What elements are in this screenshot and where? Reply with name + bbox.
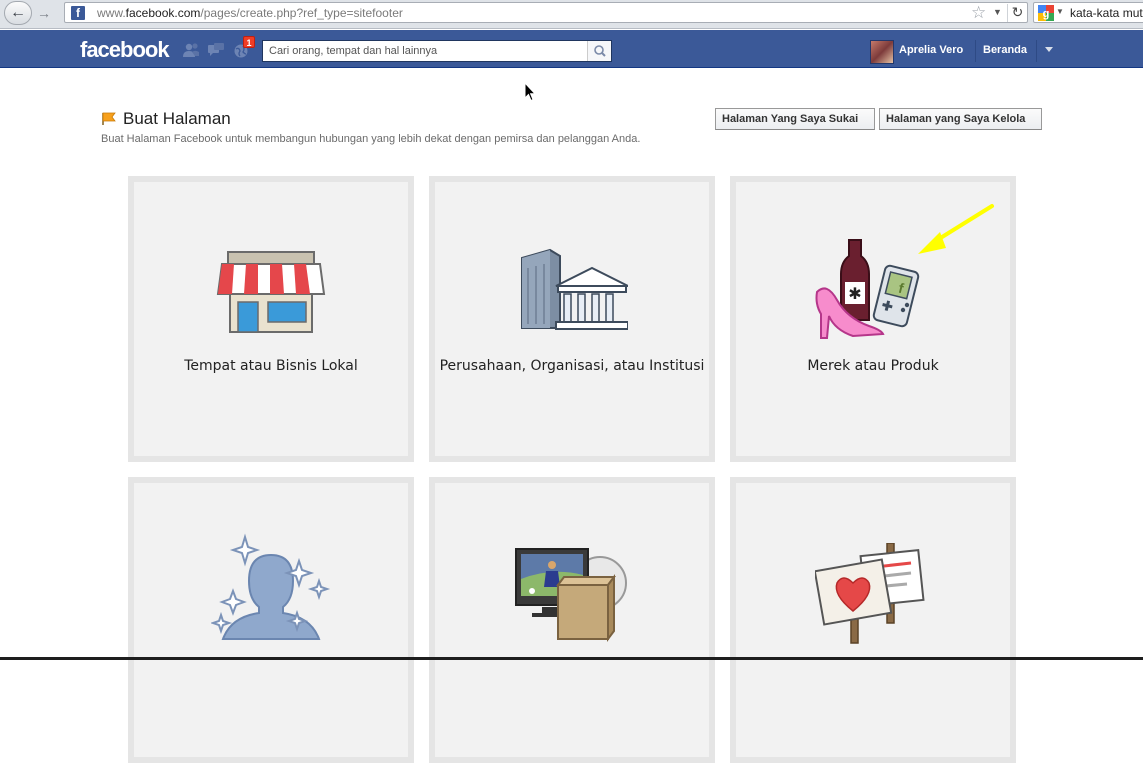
facebook-search: [262, 40, 612, 62]
search-input[interactable]: [263, 41, 589, 61]
search-engine-dropdown-icon[interactable]: ▼: [1056, 7, 1064, 16]
facebook-favicon-icon: f: [71, 6, 85, 20]
category-card-public-figure[interactable]: [128, 477, 414, 763]
address-bar[interactable]: f www.facebook.com/pages/create.php?ref_…: [64, 2, 1028, 23]
category-label: Merek atau Produk: [807, 358, 939, 374]
liked-pages-button[interactable]: Halaman Yang Saya Sukai: [715, 108, 875, 130]
user-name-link[interactable]: Aprelia Vero: [899, 44, 963, 56]
category-card-brand-product[interactable]: ✱ f Merek atau Produk: [730, 176, 1016, 462]
svg-text:✱: ✱: [848, 284, 861, 303]
notification-count-badge: 1: [243, 36, 255, 48]
facebook-logo[interactable]: facebook: [80, 37, 170, 63]
mouse-cursor-icon: [524, 82, 536, 102]
svg-text:g: g: [1043, 8, 1050, 20]
page-title: Buat Halaman: [123, 109, 231, 128]
annotation-arrow-icon: [918, 204, 994, 254]
bookmark-star-icon[interactable]: ☆: [971, 3, 986, 23]
category-label: Tempat atau Bisnis Lokal: [184, 358, 358, 374]
header-divider: [975, 40, 976, 62]
category-card-entertainment[interactable]: [429, 477, 715, 763]
category-label: Perusahaan, Organisasi, atau Institusi: [439, 358, 705, 374]
public-figure-icon: [211, 533, 331, 640]
back-button[interactable]: ←: [4, 1, 32, 25]
entertainment-icon: [515, 548, 627, 642]
google-icon: g: [1038, 5, 1054, 21]
search-icon: [594, 45, 606, 57]
messages-icon[interactable]: [207, 42, 225, 58]
account-menu-caret-icon[interactable]: [1045, 47, 1053, 52]
search-button[interactable]: [587, 41, 611, 61]
browser-search-box[interactable]: g ▼ kata-kata mut: [1033, 2, 1143, 23]
cause-sign-icon: [815, 543, 925, 644]
reload-button[interactable]: ↻: [1007, 4, 1027, 22]
browser-search-text[interactable]: kata-kata mut: [1070, 6, 1143, 20]
browser-toolbar: ← → f www.facebook.com/pages/create.php?…: [0, 0, 1143, 29]
storefront-icon: [216, 251, 326, 333]
forward-button[interactable]: →: [34, 4, 54, 22]
page-subtitle: Buat Halaman Facebook untuk membangun hu…: [101, 133, 641, 145]
managed-pages-button[interactable]: Halaman yang Saya Kelola: [879, 108, 1042, 130]
url-text[interactable]: www.facebook.com/pages/create.php?ref_ty…: [97, 6, 403, 20]
friend-requests-icon[interactable]: [182, 42, 200, 58]
category-card-cause[interactable]: [730, 477, 1016, 763]
user-avatar[interactable]: [870, 40, 894, 64]
header-divider: [1036, 40, 1037, 62]
category-card-local-business[interactable]: Tempat atau Bisnis Lokal: [128, 176, 414, 462]
home-link[interactable]: Beranda: [983, 44, 1027, 56]
pages-flag-icon: [102, 112, 116, 125]
category-card-company[interactable]: Perusahaan, Organisasi, atau Institusi: [429, 176, 715, 462]
facebook-header: facebook 1 Aprelia Vero Beranda: [0, 30, 1143, 68]
building-icon: [521, 248, 628, 330]
history-dropdown-icon[interactable]: ▼: [993, 7, 1002, 17]
